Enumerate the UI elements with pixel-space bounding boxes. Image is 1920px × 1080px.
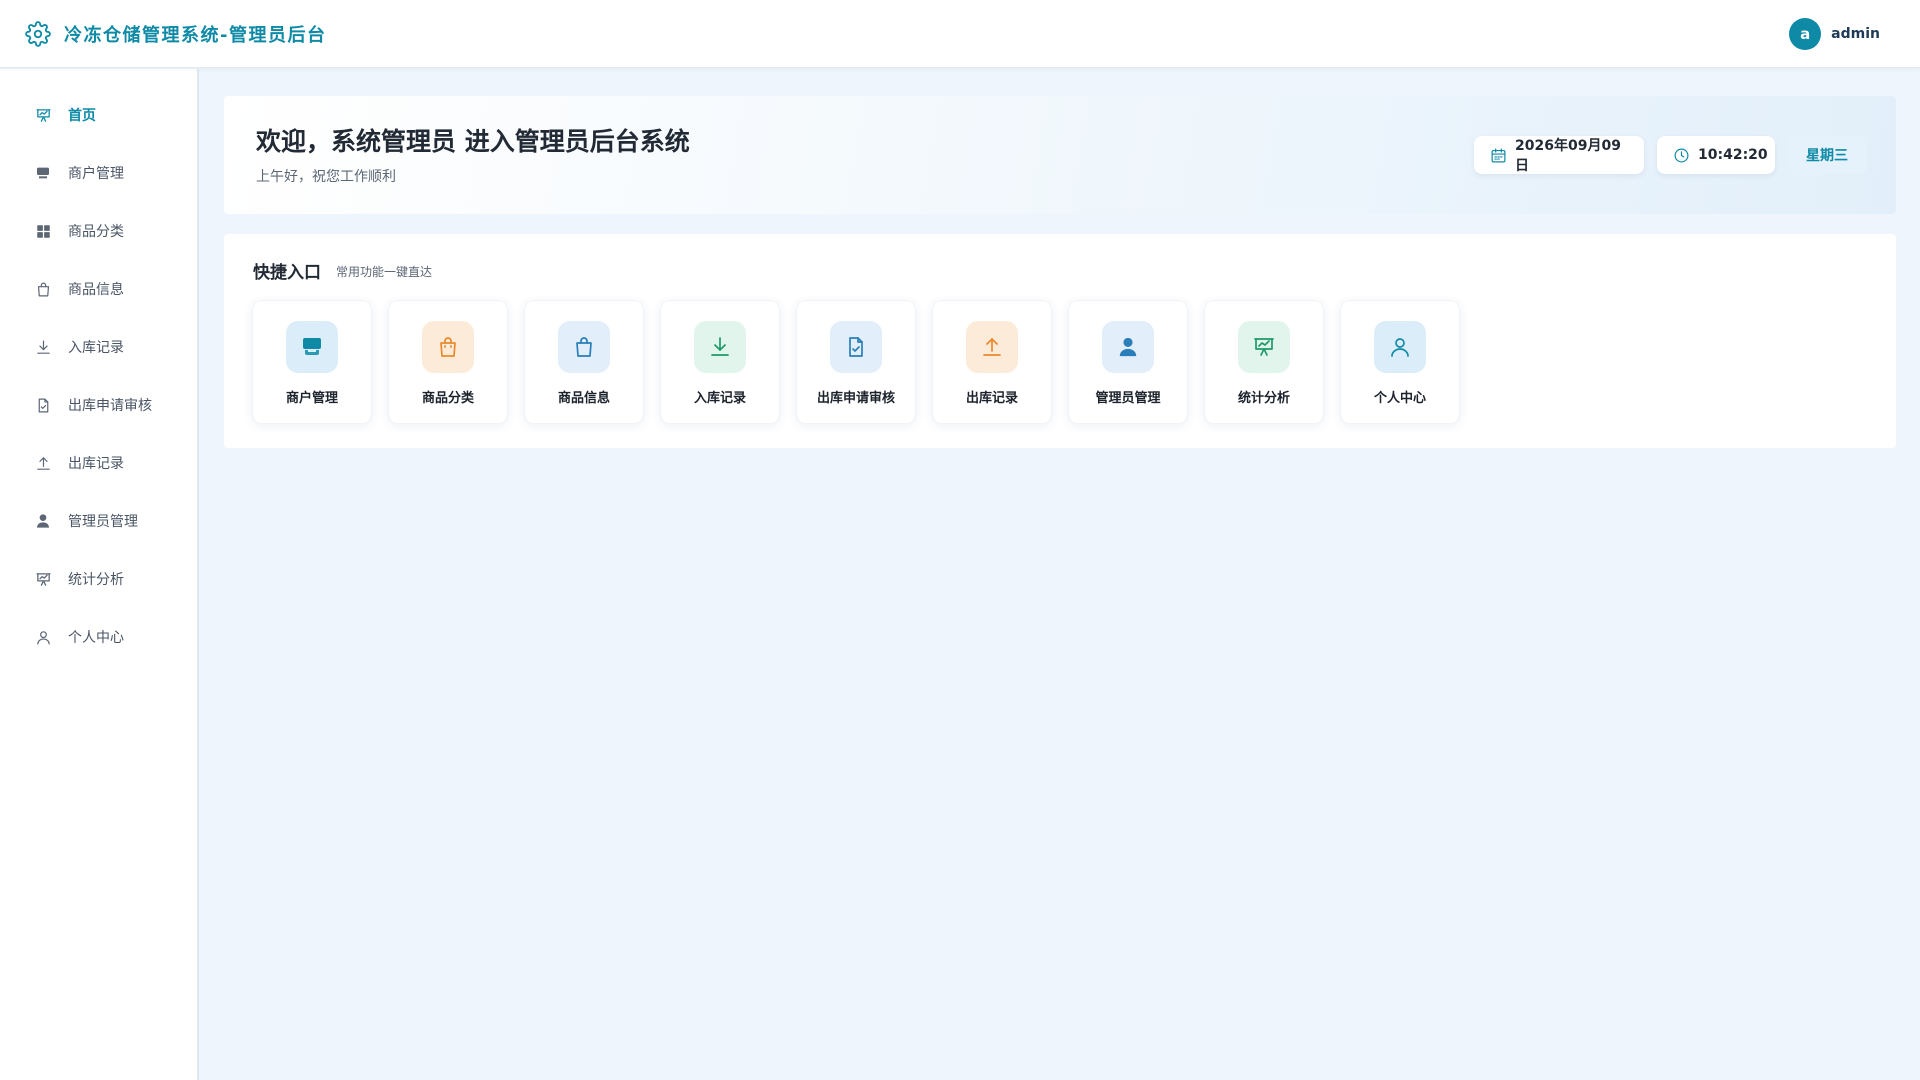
download-icon — [694, 321, 746, 373]
sidebar-item-label: 个人中心 — [68, 630, 124, 646]
quick-entry-panel: 快捷入口 常用功能一键直达 商户管理 商品分类 商品信息 入库记录 出库申请审核 — [224, 234, 1896, 448]
current-weekday: 星期三 — [1806, 148, 1848, 164]
sidebar-item-home[interactable]: 首页 — [0, 92, 197, 138]
date-chip: 2026年09月09日 — [1474, 136, 1644, 174]
gear-icon — [24, 20, 52, 48]
quick-card-label: 统计分析 — [1237, 391, 1290, 406]
presentation-chart-icon — [34, 106, 52, 124]
shopping-bag-icon — [34, 280, 52, 298]
document-check-icon — [830, 321, 882, 373]
download-icon — [34, 338, 52, 356]
sidebar-item-categories[interactable]: 商品分类 — [0, 208, 197, 254]
quick-card-label: 商品信息 — [557, 391, 610, 406]
welcome-banner: 欢迎，系统管理员 进入管理员后台系统 上午好，祝您工作顺利 2026年09月09… — [224, 96, 1896, 214]
user-menu[interactable]: a admin — [1789, 18, 1880, 50]
sidebar-item-label: 统计分析 — [68, 572, 124, 588]
store-icon — [286, 321, 338, 373]
clock-icon — [1673, 146, 1690, 164]
quick-card-label: 商户管理 — [285, 391, 338, 406]
sidebar-item-label: 出库申请审核 — [68, 398, 152, 414]
sidebar-item-merchants[interactable]: 商户管理 — [0, 150, 197, 196]
quick-card-label: 出库记录 — [965, 391, 1018, 406]
upload-icon — [34, 454, 52, 472]
sidebar-item-statistics[interactable]: 统计分析 — [0, 556, 197, 602]
upload-icon — [966, 321, 1018, 373]
document-check-icon — [34, 396, 52, 414]
quick-card-label: 管理员管理 — [1095, 391, 1161, 406]
user-filled-icon — [1102, 321, 1154, 373]
quick-card-outbound-review[interactable]: 出库申请审核 — [796, 300, 916, 424]
sidebar-item-label: 首页 — [68, 108, 96, 124]
quick-card-label: 个人中心 — [1373, 391, 1426, 406]
sidebar-item-label: 商品信息 — [68, 282, 124, 298]
shopping-bag-icon — [558, 321, 610, 373]
quick-card-profile[interactable]: 个人中心 — [1340, 300, 1460, 424]
quick-card-categories[interactable]: 商品分类 — [388, 300, 508, 424]
quick-card-products[interactable]: 商品信息 — [524, 300, 644, 424]
user-filled-icon — [34, 512, 52, 530]
username[interactable]: admin — [1831, 26, 1880, 42]
sidebar-item-label: 管理员管理 — [68, 514, 138, 530]
user-outline-icon — [1374, 321, 1426, 373]
quick-entry-title: 快捷入口 — [253, 263, 321, 283]
sidebar-item-label: 出库记录 — [68, 456, 124, 472]
quick-card-admins[interactable]: 管理员管理 — [1068, 300, 1188, 424]
quick-card-label: 入库记录 — [693, 391, 746, 406]
sidebar-item-label: 入库记录 — [68, 340, 124, 356]
quick-card-label: 商品分类 — [421, 391, 474, 406]
top-header: 冷冻仓储管理系统-管理员后台 a admin — [0, 0, 1920, 68]
weekday-chip: 星期三 — [1787, 136, 1867, 174]
brand[interactable]: 冷冻仓储管理系统-管理员后台 — [24, 20, 326, 48]
presentation-chart-icon — [1238, 321, 1290, 373]
app-title: 冷冻仓储管理系统-管理员后台 — [64, 24, 327, 46]
store-icon — [34, 164, 52, 182]
quick-card-statistics[interactable]: 统计分析 — [1204, 300, 1324, 424]
quick-card-inbound[interactable]: 入库记录 — [660, 300, 780, 424]
sidebar-item-label: 商品分类 — [68, 224, 124, 240]
grid-icon — [34, 222, 52, 240]
sidebar: 首页 商户管理 商品分类 商品信息 入库记录 出库申请审核 出库记录 管理员管理… — [0, 69, 199, 1080]
current-time: 10:42:20 — [1698, 147, 1768, 163]
shopping-bag-icon — [422, 321, 474, 373]
sidebar-item-inbound[interactable]: 入库记录 — [0, 324, 197, 370]
calendar-icon — [1490, 146, 1507, 164]
quick-card-outbound[interactable]: 出库记录 — [932, 300, 1052, 424]
sidebar-item-outbound-review[interactable]: 出库申请审核 — [0, 382, 197, 428]
avatar[interactable]: a — [1789, 18, 1822, 50]
quick-card-label: 出库申请审核 — [816, 391, 895, 406]
user-outline-icon — [34, 628, 52, 646]
sidebar-item-profile[interactable]: 个人中心 — [0, 614, 197, 660]
sidebar-item-outbound[interactable]: 出库记录 — [0, 440, 197, 486]
welcome-title: 欢迎，系统管理员 进入管理员后台系统 — [256, 127, 690, 156]
quick-card-merchants[interactable]: 商户管理 — [252, 300, 372, 424]
welcome-subtitle: 上午好，祝您工作顺利 — [256, 169, 396, 185]
sidebar-item-products[interactable]: 商品信息 — [0, 266, 197, 312]
sidebar-item-label: 商户管理 — [68, 166, 124, 182]
presentation-chart-icon — [34, 570, 52, 588]
quick-entry-subtitle: 常用功能一键直达 — [336, 265, 433, 279]
time-chip: 10:42:20 — [1657, 136, 1775, 174]
sidebar-item-admins[interactable]: 管理员管理 — [0, 498, 197, 544]
current-date: 2026年09月09日 — [1515, 138, 1621, 174]
